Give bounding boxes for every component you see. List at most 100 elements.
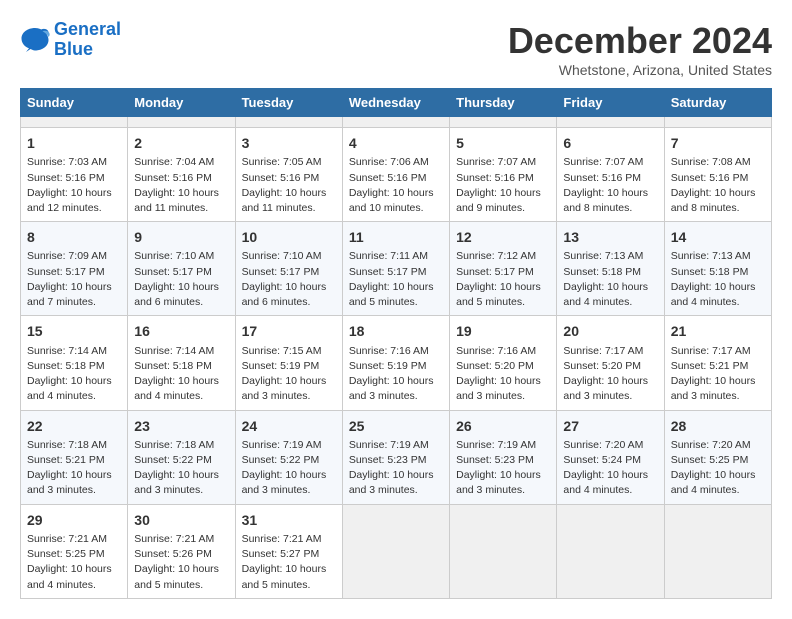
- day-info: Sunrise: 7:21 AM Sunset: 5:25 PM Dayligh…: [27, 532, 121, 593]
- day-number: 22: [27, 416, 121, 436]
- calendar-week-2: 8Sunrise: 7:09 AM Sunset: 5:17 PM Daylig…: [21, 222, 772, 316]
- day-number: 21: [671, 321, 765, 341]
- day-info: Sunrise: 7:13 AM Sunset: 5:18 PM Dayligh…: [671, 249, 765, 310]
- day-number: 7: [671, 133, 765, 153]
- day-number: 16: [134, 321, 228, 341]
- day-number: 3: [242, 133, 336, 153]
- calendar-cell: 31Sunrise: 7:21 AM Sunset: 5:27 PM Dayli…: [235, 504, 342, 598]
- day-number: 6: [563, 133, 657, 153]
- month-title: December 2024: [508, 20, 772, 62]
- calendar-cell: [450, 117, 557, 128]
- day-number: 30: [134, 510, 228, 530]
- day-info: Sunrise: 7:08 AM Sunset: 5:16 PM Dayligh…: [671, 155, 765, 216]
- calendar-cell: 11Sunrise: 7:11 AM Sunset: 5:17 PM Dayli…: [342, 222, 449, 316]
- day-info: Sunrise: 7:10 AM Sunset: 5:17 PM Dayligh…: [134, 249, 228, 310]
- day-number: 17: [242, 321, 336, 341]
- day-number: 18: [349, 321, 443, 341]
- day-number: 27: [563, 416, 657, 436]
- day-number: 20: [563, 321, 657, 341]
- day-number: 5: [456, 133, 550, 153]
- day-number: 29: [27, 510, 121, 530]
- calendar-cell: 19Sunrise: 7:16 AM Sunset: 5:20 PM Dayli…: [450, 316, 557, 410]
- title-section: December 2024 Whetstone, Arizona, United…: [508, 20, 772, 78]
- calendar-cell: 26Sunrise: 7:19 AM Sunset: 5:23 PM Dayli…: [450, 410, 557, 504]
- calendar-cell: 16Sunrise: 7:14 AM Sunset: 5:18 PM Dayli…: [128, 316, 235, 410]
- calendar-cell: 15 Sunrise: 7:14 AM Sunset: 5:18 PM Dayli…: [21, 316, 128, 410]
- calendar-cell: 20Sunrise: 7:17 AM Sunset: 5:20 PM Dayli…: [557, 316, 664, 410]
- day-info: Sunrise: 7:17 AM Sunset: 5:21 PM Dayligh…: [671, 344, 765, 405]
- calendar-cell: 28Sunrise: 7:20 AM Sunset: 5:25 PM Dayli…: [664, 410, 771, 504]
- calendar-cell: 29Sunrise: 7:21 AM Sunset: 5:25 PM Dayli…: [21, 504, 128, 598]
- day-number: 10: [242, 227, 336, 247]
- day-header-monday: Monday: [128, 89, 235, 117]
- calendar-cell: [21, 117, 128, 128]
- calendar-cell: 18Sunrise: 7:16 AM Sunset: 5:19 PM Dayli…: [342, 316, 449, 410]
- day-header-tuesday: Tuesday: [235, 89, 342, 117]
- calendar-cell: [342, 117, 449, 128]
- day-info: Sunrise: 7:04 AM Sunset: 5:16 PM Dayligh…: [134, 155, 228, 216]
- calendar-cell: 14Sunrise: 7:13 AM Sunset: 5:18 PM Dayli…: [664, 222, 771, 316]
- day-info: Sunrise: 7:11 AM Sunset: 5:17 PM Dayligh…: [349, 249, 443, 310]
- day-number: 15: [27, 321, 121, 341]
- day-number: 23: [134, 416, 228, 436]
- calendar-week-5: 29Sunrise: 7:21 AM Sunset: 5:25 PM Dayli…: [21, 504, 772, 598]
- calendar-cell: 1Sunrise: 7:03 AM Sunset: 5:16 PM Daylig…: [21, 128, 128, 222]
- logo: General Blue: [20, 20, 121, 60]
- day-header-thursday: Thursday: [450, 89, 557, 117]
- calendar-cell: 10Sunrise: 7:10 AM Sunset: 5:17 PM Dayli…: [235, 222, 342, 316]
- day-number: 2: [134, 133, 228, 153]
- logo-text: General Blue: [54, 20, 121, 60]
- calendar-cell: 13Sunrise: 7:13 AM Sunset: 5:18 PM Dayli…: [557, 222, 664, 316]
- calendar-cell: 23Sunrise: 7:18 AM Sunset: 5:22 PM Dayli…: [128, 410, 235, 504]
- calendar-cell: [450, 504, 557, 598]
- calendar-table: SundayMondayTuesdayWednesdayThursdayFrid…: [20, 88, 772, 599]
- day-number: 14: [671, 227, 765, 247]
- calendar-week-4: 22Sunrise: 7:18 AM Sunset: 5:21 PM Dayli…: [21, 410, 772, 504]
- day-info: Sunrise: 7:07 AM Sunset: 5:16 PM Dayligh…: [456, 155, 550, 216]
- calendar-cell: 6Sunrise: 7:07 AM Sunset: 5:16 PM Daylig…: [557, 128, 664, 222]
- location: Whetstone, Arizona, United States: [508, 62, 772, 78]
- day-info: Sunrise: 7:14 AM Sunset: 5:18 PM Dayligh…: [27, 344, 121, 405]
- day-info: Sunrise: 7:06 AM Sunset: 5:16 PM Dayligh…: [349, 155, 443, 216]
- day-info: Sunrise: 7:19 AM Sunset: 5:23 PM Dayligh…: [456, 438, 550, 499]
- calendar-cell: [557, 117, 664, 128]
- calendar-cell: 25Sunrise: 7:19 AM Sunset: 5:23 PM Dayli…: [342, 410, 449, 504]
- calendar-cell: [342, 504, 449, 598]
- calendar-cell: 4Sunrise: 7:06 AM Sunset: 5:16 PM Daylig…: [342, 128, 449, 222]
- day-info: Sunrise: 7:18 AM Sunset: 5:21 PM Dayligh…: [27, 438, 121, 499]
- day-number: 11: [349, 227, 443, 247]
- day-header-friday: Friday: [557, 89, 664, 117]
- day-number: 12: [456, 227, 550, 247]
- day-info: Sunrise: 7:12 AM Sunset: 5:17 PM Dayligh…: [456, 249, 550, 310]
- calendar-cell: 2Sunrise: 7:04 AM Sunset: 5:16 PM Daylig…: [128, 128, 235, 222]
- calendar-cell: [664, 117, 771, 128]
- day-info: Sunrise: 7:09 AM Sunset: 5:17 PM Dayligh…: [27, 249, 121, 310]
- calendar-cell: 7Sunrise: 7:08 AM Sunset: 5:16 PM Daylig…: [664, 128, 771, 222]
- calendar-cell: 8Sunrise: 7:09 AM Sunset: 5:17 PM Daylig…: [21, 222, 128, 316]
- calendar-cell: 24Sunrise: 7:19 AM Sunset: 5:22 PM Dayli…: [235, 410, 342, 504]
- calendar-cell: 17Sunrise: 7:15 AM Sunset: 5:19 PM Dayli…: [235, 316, 342, 410]
- day-number: 24: [242, 416, 336, 436]
- calendar-cell: 3Sunrise: 7:05 AM Sunset: 5:16 PM Daylig…: [235, 128, 342, 222]
- day-info: Sunrise: 7:19 AM Sunset: 5:23 PM Dayligh…: [349, 438, 443, 499]
- calendar-cell: [557, 504, 664, 598]
- day-number: 8: [27, 227, 121, 247]
- day-info: Sunrise: 7:05 AM Sunset: 5:16 PM Dayligh…: [242, 155, 336, 216]
- day-number: 19: [456, 321, 550, 341]
- day-number: 1: [27, 133, 121, 153]
- day-number: 28: [671, 416, 765, 436]
- day-info: Sunrise: 7:20 AM Sunset: 5:24 PM Dayligh…: [563, 438, 657, 499]
- day-info: Sunrise: 7:07 AM Sunset: 5:16 PM Dayligh…: [563, 155, 657, 216]
- day-header-saturday: Saturday: [664, 89, 771, 117]
- calendar-cell: [128, 117, 235, 128]
- day-header-wednesday: Wednesday: [342, 89, 449, 117]
- calendar-week-1: 1Sunrise: 7:03 AM Sunset: 5:16 PM Daylig…: [21, 128, 772, 222]
- calendar-cell: 9Sunrise: 7:10 AM Sunset: 5:17 PM Daylig…: [128, 222, 235, 316]
- calendar-cell: 30Sunrise: 7:21 AM Sunset: 5:26 PM Dayli…: [128, 504, 235, 598]
- day-header-sunday: Sunday: [21, 89, 128, 117]
- day-info: Sunrise: 7:19 AM Sunset: 5:22 PM Dayligh…: [242, 438, 336, 499]
- header: General Blue December 2024 Whetstone, Ar…: [20, 20, 772, 78]
- day-number: 13: [563, 227, 657, 247]
- day-info: Sunrise: 7:20 AM Sunset: 5:25 PM Dayligh…: [671, 438, 765, 499]
- calendar-week-0: [21, 117, 772, 128]
